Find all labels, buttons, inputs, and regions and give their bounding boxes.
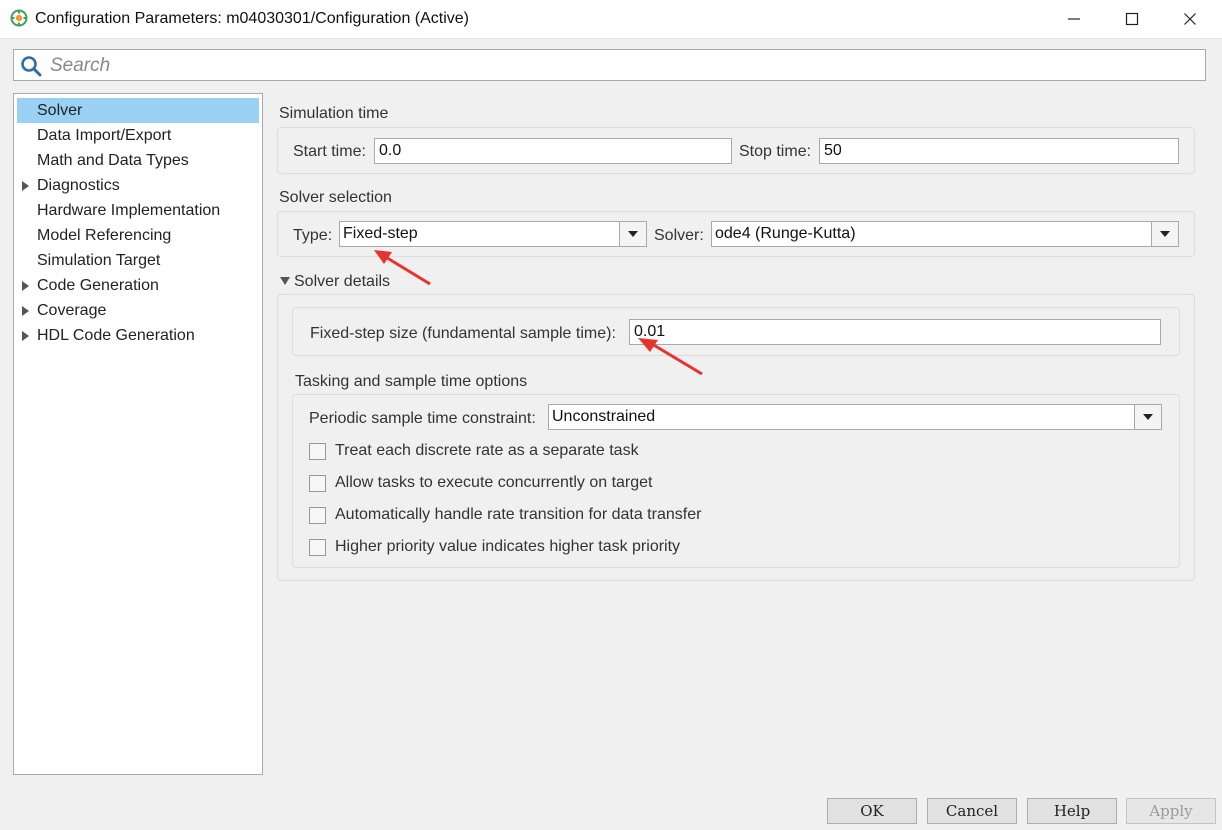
- step-size-field[interactable]: [629, 319, 1161, 345]
- tree-item-label: Code Generation: [37, 277, 159, 294]
- solver-label: Solver:: [654, 227, 704, 244]
- tree-item-hdl-code-generation[interactable]: HDL Code Generation: [17, 323, 259, 348]
- solver-type-label: Type:: [293, 227, 333, 244]
- minimize-icon: [1068, 18, 1080, 20]
- checkbox[interactable]: [309, 539, 326, 556]
- search-box[interactable]: [13, 49, 1206, 81]
- expand-arrow-icon[interactable]: [22, 281, 30, 291]
- expand-arrow-icon[interactable]: [22, 181, 30, 191]
- checkbox-label: Treat each discrete rate as a separate t…: [335, 442, 639, 459]
- tree-item-coverage[interactable]: Coverage: [17, 298, 259, 323]
- tasking-group: Periodic sample time constraint: Unconst…: [292, 394, 1180, 568]
- checkbox-label: Allow tasks to execute concurrently on t…: [335, 474, 653, 491]
- chevron-down-icon: [628, 231, 638, 237]
- solver-dropdown[interactable]: ode4 (Runge-Kutta): [711, 221, 1179, 247]
- close-icon: [1184, 13, 1196, 25]
- simulation-time-group: Start time: Stop time:: [277, 127, 1195, 174]
- solver-type-dropdown[interactable]: Fixed-step: [339, 221, 647, 247]
- tree-item-label: Diagnostics: [37, 177, 120, 194]
- tree-item-label: Coverage: [37, 302, 107, 319]
- stop-time-label: Stop time:: [739, 143, 812, 160]
- dropdown-button[interactable]: [619, 222, 646, 246]
- search-icon: [21, 56, 42, 77]
- close-button[interactable]: [1161, 0, 1219, 38]
- help-button[interactable]: Help: [1027, 798, 1117, 824]
- tree-item-label: HDL Code Generation: [37, 327, 195, 344]
- checkbox-list: Treat each discrete rate as a separate t…: [309, 442, 1149, 562]
- solver-details-title: Solver details: [294, 273, 391, 290]
- collapse-arrow-icon[interactable]: [280, 277, 290, 285]
- cancel-button[interactable]: Cancel: [927, 798, 1017, 824]
- maximize-button[interactable]: [1103, 0, 1161, 38]
- step-size-group: Fixed-step size (fundamental sample time…: [292, 307, 1180, 356]
- start-time-label: Start time:: [293, 143, 366, 160]
- apply-button[interactable]: Apply: [1126, 798, 1216, 824]
- tree-item-model-referencing[interactable]: Model Referencing: [17, 223, 259, 248]
- expand-arrow-icon[interactable]: [22, 306, 30, 316]
- checkbox-label: Automatically handle rate transition for…: [335, 506, 702, 523]
- checkbox[interactable]: [309, 475, 326, 492]
- category-tree: Solver Data Import/Export Math and Data …: [13, 93, 263, 775]
- tasking-title: Tasking and sample time options: [295, 373, 528, 390]
- ok-button[interactable]: OK: [827, 798, 917, 824]
- solver-selection-group: Type: Fixed-step Solver: ode4 (Runge-Kut…: [277, 211, 1195, 257]
- dropdown-button[interactable]: [1134, 405, 1161, 429]
- simulation-time-title: Simulation time: [279, 105, 389, 122]
- tree-item-simulation-target[interactable]: Simulation Target: [17, 248, 259, 273]
- periodic-constraint-dropdown[interactable]: Unconstrained: [548, 404, 1162, 430]
- tree-item-label: Model Referencing: [37, 227, 172, 244]
- tree-item-label: Solver: [37, 102, 83, 119]
- tree-item-data-import-export[interactable]: Data Import/Export: [17, 123, 259, 148]
- tree-item-diagnostics[interactable]: Diagnostics: [17, 173, 259, 198]
- periodic-constraint-label: Periodic sample time constraint:: [309, 410, 536, 427]
- checkbox-label: Higher priority value indicates higher t…: [335, 538, 681, 555]
- tree-item-label: Hardware Implementation: [37, 202, 221, 219]
- tree-item-label: Data Import/Export: [37, 127, 172, 144]
- title-bar: Configuration Parameters: m04030301/Conf…: [0, 0, 1222, 39]
- checkbox[interactable]: [309, 443, 326, 460]
- window-title: Configuration Parameters: m04030301/Conf…: [35, 10, 470, 27]
- stop-time-field[interactable]: [819, 138, 1179, 164]
- solver-type-value: Fixed-step: [343, 225, 418, 242]
- solver-details-group: Fixed-step size (fundamental sample time…: [277, 294, 1195, 581]
- start-time-field[interactable]: [374, 138, 732, 164]
- minimize-button[interactable]: [1045, 0, 1103, 38]
- tree-item-solver[interactable]: Solver: [17, 98, 259, 123]
- checkbox[interactable]: [309, 507, 326, 524]
- maximize-icon: [1125, 12, 1139, 26]
- periodic-constraint-value: Unconstrained: [552, 408, 656, 425]
- expand-arrow-icon[interactable]: [22, 331, 30, 341]
- simulink-app-icon: [10, 9, 28, 27]
- chevron-down-icon: [1143, 414, 1153, 420]
- tree-item-label: Simulation Target: [37, 252, 161, 269]
- solver-selection-title: Solver selection: [279, 189, 392, 206]
- tree-item-label: Math and Data Types: [37, 152, 189, 169]
- search-input[interactable]: [48, 52, 1192, 80]
- tree-item-math-and-data-types[interactable]: Math and Data Types: [17, 148, 259, 173]
- chevron-down-icon: [1160, 231, 1170, 237]
- step-size-label: Fixed-step size (fundamental sample time…: [310, 325, 616, 342]
- tree-item-hardware-implementation[interactable]: Hardware Implementation: [17, 198, 259, 223]
- dropdown-button[interactable]: [1151, 222, 1178, 246]
- solver-value: ode4 (Runge-Kutta): [715, 225, 856, 242]
- tree-item-code-generation[interactable]: Code Generation: [17, 273, 259, 298]
